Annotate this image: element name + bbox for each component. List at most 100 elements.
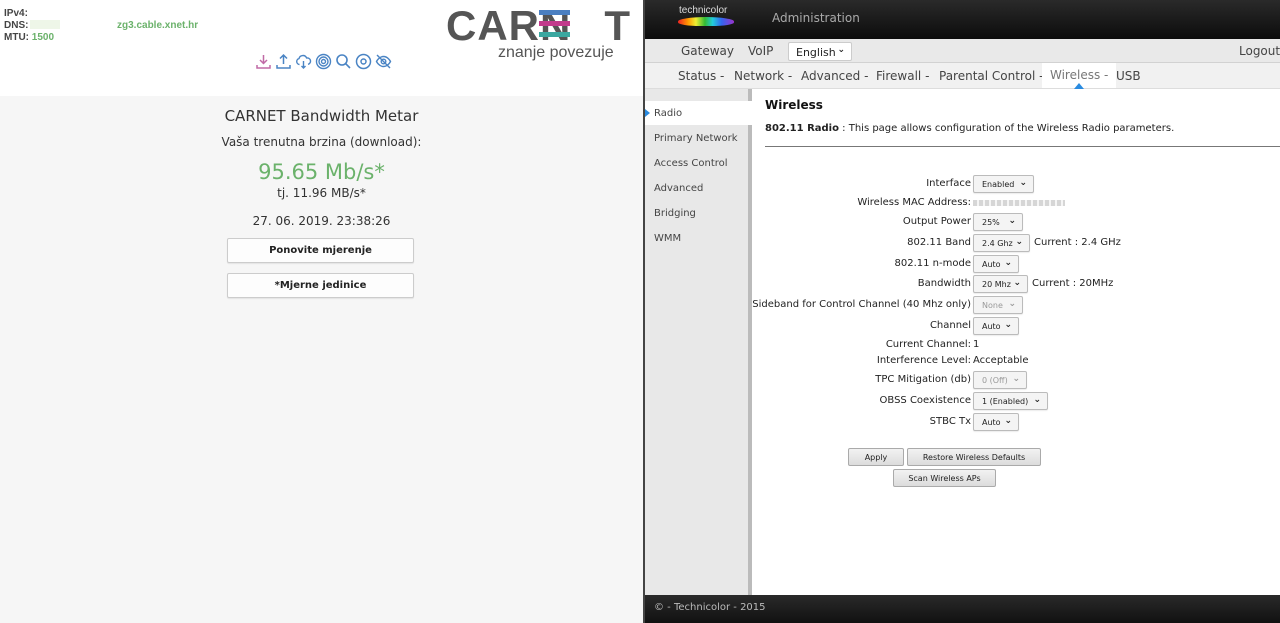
sideband-label: Sideband for Control Channel (40 Mhz onl… bbox=[752, 299, 971, 310]
stbc-label: STBC Tx bbox=[929, 416, 971, 427]
interference-label: Interference Level: bbox=[876, 355, 971, 366]
target-icon[interactable] bbox=[315, 53, 332, 70]
tab-advanced[interactable]: Advanced - bbox=[801, 69, 868, 83]
logo-e-bar bbox=[539, 32, 570, 37]
page-description: 802.11 Radio : This page allows configur… bbox=[765, 123, 1174, 134]
description-bold: 802.11 Radio bbox=[765, 123, 839, 134]
tpc-select[interactable]: 0 (Off) ⌄ bbox=[973, 371, 1027, 389]
bandwidth-current: Current : 20MHz bbox=[1032, 278, 1114, 289]
mtu-label: MTU: bbox=[4, 32, 29, 43]
obss-select[interactable]: 1 (Enabled) ⌄ bbox=[973, 392, 1048, 410]
sideband-value: None bbox=[982, 301, 1003, 310]
bandwidth-select[interactable]: 20 Mhz ⌄ bbox=[973, 275, 1028, 293]
brand-name: technicolor bbox=[679, 5, 728, 16]
chevron-down-icon: ⌄ bbox=[1004, 320, 1012, 330]
chevron-down-icon: ⌄ bbox=[1012, 374, 1020, 384]
nmode-value: Auto bbox=[982, 260, 1001, 269]
speed-value: 95.65 Mb/s* bbox=[258, 160, 385, 184]
band-current: Current : 2.4 GHz bbox=[1034, 237, 1121, 248]
tab-usb[interactable]: USB bbox=[1116, 69, 1141, 83]
interface-value: Enabled bbox=[982, 180, 1015, 189]
chevron-down-icon: ⌄ bbox=[1008, 299, 1016, 309]
cloud-download-icon[interactable] bbox=[295, 53, 312, 70]
units-button[interactable]: *Mjerne jedinice bbox=[227, 273, 414, 298]
band-select[interactable]: 2.4 Ghz ⌄ bbox=[973, 234, 1030, 252]
tpc-label: TPC Mitigation (db) bbox=[875, 374, 971, 385]
sidebar-item-wmm[interactable]: WMM bbox=[654, 233, 681, 244]
router-header: technicolor Administration bbox=[645, 0, 1280, 39]
tab-network[interactable]: Network - bbox=[734, 69, 792, 83]
channel-value: Auto bbox=[982, 322, 1001, 331]
band-label: 802.11 Band bbox=[907, 237, 971, 248]
measure-datetime: 27. 06. 2019. 23:38:26 bbox=[252, 214, 391, 228]
eye-off-icon[interactable] bbox=[375, 53, 392, 70]
tab-firewall[interactable]: Firewall - bbox=[876, 69, 929, 83]
chevron-down-icon: ⌄ bbox=[1013, 278, 1021, 288]
language-select[interactable]: English ⌄ bbox=[788, 42, 852, 61]
router-admin-pane: technicolor Administration Gateway VoIP … bbox=[645, 0, 1280, 623]
stbc-select[interactable]: Auto ⌄ bbox=[973, 413, 1019, 431]
description-text: : This page allows configuration of the … bbox=[842, 123, 1175, 134]
language-value: English bbox=[796, 46, 836, 59]
download-icon[interactable] bbox=[255, 53, 272, 70]
sidebar-item-radio[interactable]: Radio bbox=[654, 108, 682, 119]
meter-title: CARNET Bandwidth Metar bbox=[224, 107, 419, 125]
tab-parental-control[interactable]: Parental Control - bbox=[939, 69, 1043, 83]
main-nav: Gateway VoIP English ⌄ Logout bbox=[645, 39, 1280, 63]
interface-select[interactable]: Enabled ⌄ bbox=[973, 175, 1034, 193]
technicolor-logo-icon bbox=[678, 17, 734, 26]
chevron-down-icon: ⌄ bbox=[1033, 395, 1041, 405]
nav-voip[interactable]: VoIP bbox=[748, 44, 773, 58]
sideband-select[interactable]: None ⌄ bbox=[973, 296, 1023, 314]
dns-row: DNS: bbox=[4, 20, 61, 31]
chevron-down-icon: ⌄ bbox=[1019, 178, 1027, 188]
search-icon[interactable] bbox=[335, 53, 352, 70]
wireless-content: Wireless 802.11 Radio : This page allows… bbox=[752, 89, 1280, 595]
interference-value: Acceptable bbox=[973, 355, 1029, 366]
current-channel-value: 1 bbox=[973, 339, 980, 350]
output-power-label: Output Power bbox=[902, 216, 971, 227]
scan-aps-button[interactable]: Scan Wireless APs bbox=[893, 469, 996, 487]
dns-redacted-value bbox=[30, 20, 61, 29]
carnet-header: IPv4: DNS: MTU: 1500 zg3.cable.xnet.hr C… bbox=[0, 0, 643, 96]
tpc-value: 0 (Off) bbox=[982, 376, 1008, 385]
stbc-value: Auto bbox=[982, 418, 1001, 427]
tab-status[interactable]: Status - bbox=[678, 69, 724, 83]
logo-text-end: T bbox=[604, 2, 631, 49]
sidebar-item-access-control[interactable]: Access Control bbox=[654, 158, 728, 169]
carnet-pane: IPv4: DNS: MTU: 1500 zg3.cable.xnet.hr C… bbox=[0, 0, 643, 623]
channel-label: Channel bbox=[929, 320, 971, 331]
apply-button[interactable]: Apply bbox=[848, 448, 904, 466]
bandwidth-label: Bandwidth bbox=[917, 278, 971, 289]
output-power-select[interactable]: 25% ⌄ bbox=[973, 213, 1023, 231]
restore-defaults-button[interactable]: Restore Wireless Defaults bbox=[907, 448, 1041, 466]
logo-e-bar bbox=[539, 21, 570, 26]
band-value: 2.4 Ghz bbox=[982, 239, 1013, 248]
obss-value: 1 (Enabled) bbox=[982, 397, 1029, 406]
sidebar-item-advanced[interactable]: Advanced bbox=[654, 183, 703, 194]
chevron-down-icon: ⌄ bbox=[837, 45, 845, 55]
upload-icon[interactable] bbox=[275, 53, 292, 70]
record-icon[interactable] bbox=[355, 53, 372, 70]
sidebar-item-bridging[interactable]: Bridging bbox=[654, 208, 696, 219]
mtu-row: MTU: 1500 bbox=[4, 32, 54, 43]
page-title: Wireless bbox=[765, 98, 823, 112]
footer-copyright: © - Technicolor - 2015 bbox=[654, 602, 766, 613]
retry-measurement-button[interactable]: Ponovite mjerenje bbox=[227, 238, 414, 263]
sidebar-item-primary-network[interactable]: Primary Network bbox=[654, 133, 738, 144]
divider bbox=[765, 146, 1280, 147]
mtu-value: 1500 bbox=[31, 32, 55, 43]
host-name: zg3.cable.xnet.hr bbox=[117, 20, 199, 31]
interface-label: Interface bbox=[926, 178, 971, 189]
obss-label: OBSS Coexistence bbox=[879, 395, 971, 406]
channel-select[interactable]: Auto ⌄ bbox=[973, 317, 1019, 335]
nmode-select[interactable]: Auto ⌄ bbox=[973, 255, 1019, 273]
sidebar: Radio Primary Network Access Control Adv… bbox=[645, 89, 752, 595]
logo-slogan: znanje povezuje bbox=[498, 44, 614, 61]
sidebar-active-arrow-icon bbox=[645, 109, 650, 117]
logout-link[interactable]: Logout bbox=[1239, 44, 1280, 58]
nav-gateway[interactable]: Gateway bbox=[681, 44, 734, 58]
dns-label: DNS: bbox=[4, 20, 29, 31]
chevron-down-icon: ⌄ bbox=[1004, 258, 1012, 268]
logo-e-bars bbox=[539, 10, 570, 43]
